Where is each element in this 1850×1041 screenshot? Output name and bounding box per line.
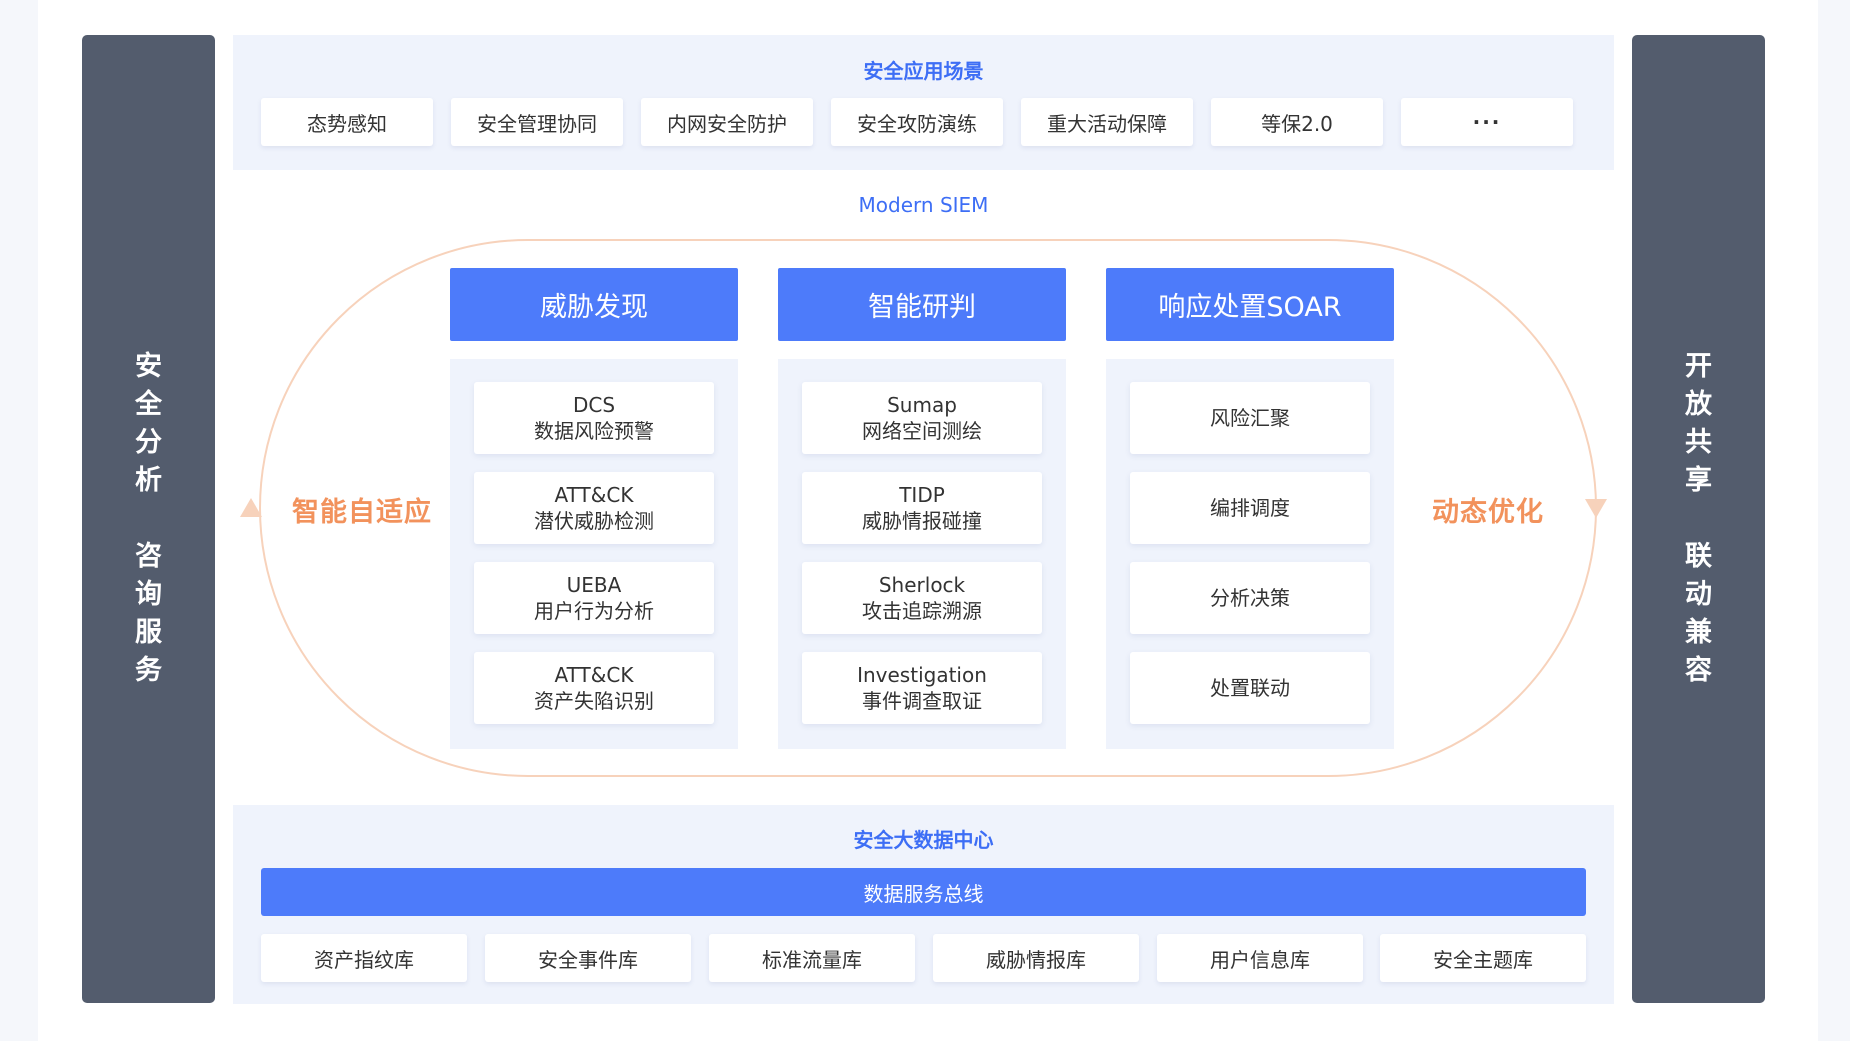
column-header-response-soar: 响应处置SOAR (1106, 268, 1394, 341)
capability-card: Sumap 网络空间测绘 (802, 382, 1042, 454)
architecture-diagram: 安 全 分 析 咨 询 服 务 开 放 共 享 联 动 兼 容 安全应用场景 态… (38, 0, 1818, 1041)
capability-card: ATT&CK 潜伏威胁检测 (474, 472, 714, 544)
right-bar-char: 兼 (1685, 617, 1712, 648)
column-header-threat-detection: 威胁发现 (450, 268, 738, 341)
right-bar-char: 容 (1685, 655, 1712, 686)
card-line2: 用户行为分析 (534, 599, 654, 623)
database-item: 用户信息库 (1157, 934, 1363, 982)
left-bar-text: 安 全 分 析 咨 询 服 务 (135, 348, 162, 690)
scenario-item: 等保2.0 (1211, 98, 1383, 146)
card-line1: ATT&CK (554, 483, 634, 507)
capability-card: Sherlock 攻击追踪溯源 (802, 562, 1042, 634)
capability-card: ATT&CK 资产失陷识别 (474, 652, 714, 724)
column-header-intelligent-analysis: 智能研判 (778, 268, 1066, 341)
scenario-item: 安全管理协同 (451, 98, 623, 146)
database-item: 标准流量库 (709, 934, 915, 982)
card-line1: DCS (572, 393, 616, 417)
application-scenario-title: 安全应用场景 (863, 59, 984, 83)
card-line1: 风险汇聚 (1210, 406, 1290, 430)
card-line1: 编排调度 (1210, 496, 1290, 520)
left-bar-char: 务 (135, 655, 162, 686)
right-bar-char: 享 (1685, 465, 1712, 496)
card-line1: ATT&CK (554, 663, 634, 687)
card-line1: 处置联动 (1210, 676, 1290, 700)
column-response-soar: 风险汇聚 编排调度 分析决策 处置联动 (1106, 359, 1394, 749)
card-line2: 威胁情报碰撞 (862, 509, 982, 533)
card-line2: 数据风险预警 (534, 419, 654, 443)
database-item: 威胁情报库 (933, 934, 1139, 982)
scenario-more-item: ··· (1401, 98, 1573, 146)
capability-card: UEBA 用户行为分析 (474, 562, 714, 634)
capability-card: DCS 数据风险预警 (474, 382, 714, 454)
card-line2: 攻击追踪溯源 (862, 599, 982, 623)
right-bar-text: 开 放 共 享 联 动 兼 容 (1685, 348, 1712, 690)
column-intelligent-analysis: Sumap 网络空间测绘 TIDP 威胁情报碰撞 Sherlock 攻击追踪溯源… (778, 359, 1066, 749)
capability-card: 编排调度 (1130, 472, 1370, 544)
capability-card: 风险汇聚 (1130, 382, 1370, 454)
left-bar-char: 安 (135, 351, 162, 382)
left-bar-security-consulting: 安 全 分 析 咨 询 服 务 (82, 35, 215, 1003)
database-item: 资产指纹库 (261, 934, 467, 982)
database-item: 安全事件库 (485, 934, 691, 982)
scenario-item: 态势感知 (261, 98, 433, 146)
card-line1: Investigation (857, 663, 987, 687)
loop-down-arrow-icon (1585, 499, 1607, 518)
right-bar-char: 开 (1685, 351, 1712, 382)
loop-up-arrow-icon (240, 498, 262, 517)
capability-card: 分析决策 (1130, 562, 1370, 634)
left-bar-char: 询 (135, 579, 162, 610)
capability-card: 处置联动 (1130, 652, 1370, 724)
card-line1: 分析决策 (1210, 586, 1290, 610)
loop-right-label: 动态优化 (1432, 497, 1544, 528)
card-line2: 资产失陷识别 (534, 689, 654, 713)
right-bar-char: 共 (1685, 427, 1712, 458)
column-threat-detection: DCS 数据风险预警 ATT&CK 潜伏威胁检测 UEBA 用户行为分析 ATT… (450, 359, 738, 749)
capability-card: TIDP 威胁情报碰撞 (802, 472, 1042, 544)
card-line1: UEBA (566, 573, 622, 597)
left-bar-char: 咨 (135, 541, 162, 572)
left-bar-char: 全 (135, 389, 162, 420)
right-bar-char: 放 (1685, 389, 1712, 420)
scenario-item: 内网安全防护 (641, 98, 813, 146)
scenario-item: 安全攻防演练 (831, 98, 1003, 146)
application-scenario-panel: 安全应用场景 态势感知 安全管理协同 内网安全防护 安全攻防演练 重大活动保障 … (233, 35, 1614, 170)
data-service-bus: 数据服务总线 (261, 868, 1586, 916)
card-line1: Sumap (887, 393, 957, 417)
card-line2: 潜伏威胁检测 (534, 509, 654, 533)
right-bar-char: 动 (1685, 579, 1712, 610)
card-line2: 事件调查取证 (862, 689, 982, 713)
capability-card: Investigation 事件调查取证 (802, 652, 1042, 724)
card-line2: 网络空间测绘 (862, 419, 982, 443)
left-bar-char: 析 (135, 465, 162, 496)
database-item: 安全主题库 (1380, 934, 1586, 982)
card-line1: TIDP (899, 483, 945, 507)
right-bar-open-compatibility: 开 放 共 享 联 动 兼 容 (1632, 35, 1765, 1003)
right-bar-char: 联 (1685, 541, 1712, 572)
scenario-item: 重大活动保障 (1021, 98, 1193, 146)
card-line1: Sherlock (878, 573, 966, 597)
siem-title: Modern SIEM (858, 193, 989, 217)
left-bar-char: 分 (135, 427, 162, 458)
loop-left-label: 智能自适应 (292, 497, 432, 528)
big-data-center-title: 安全大数据中心 (853, 828, 994, 852)
left-bar-char: 服 (135, 617, 162, 648)
